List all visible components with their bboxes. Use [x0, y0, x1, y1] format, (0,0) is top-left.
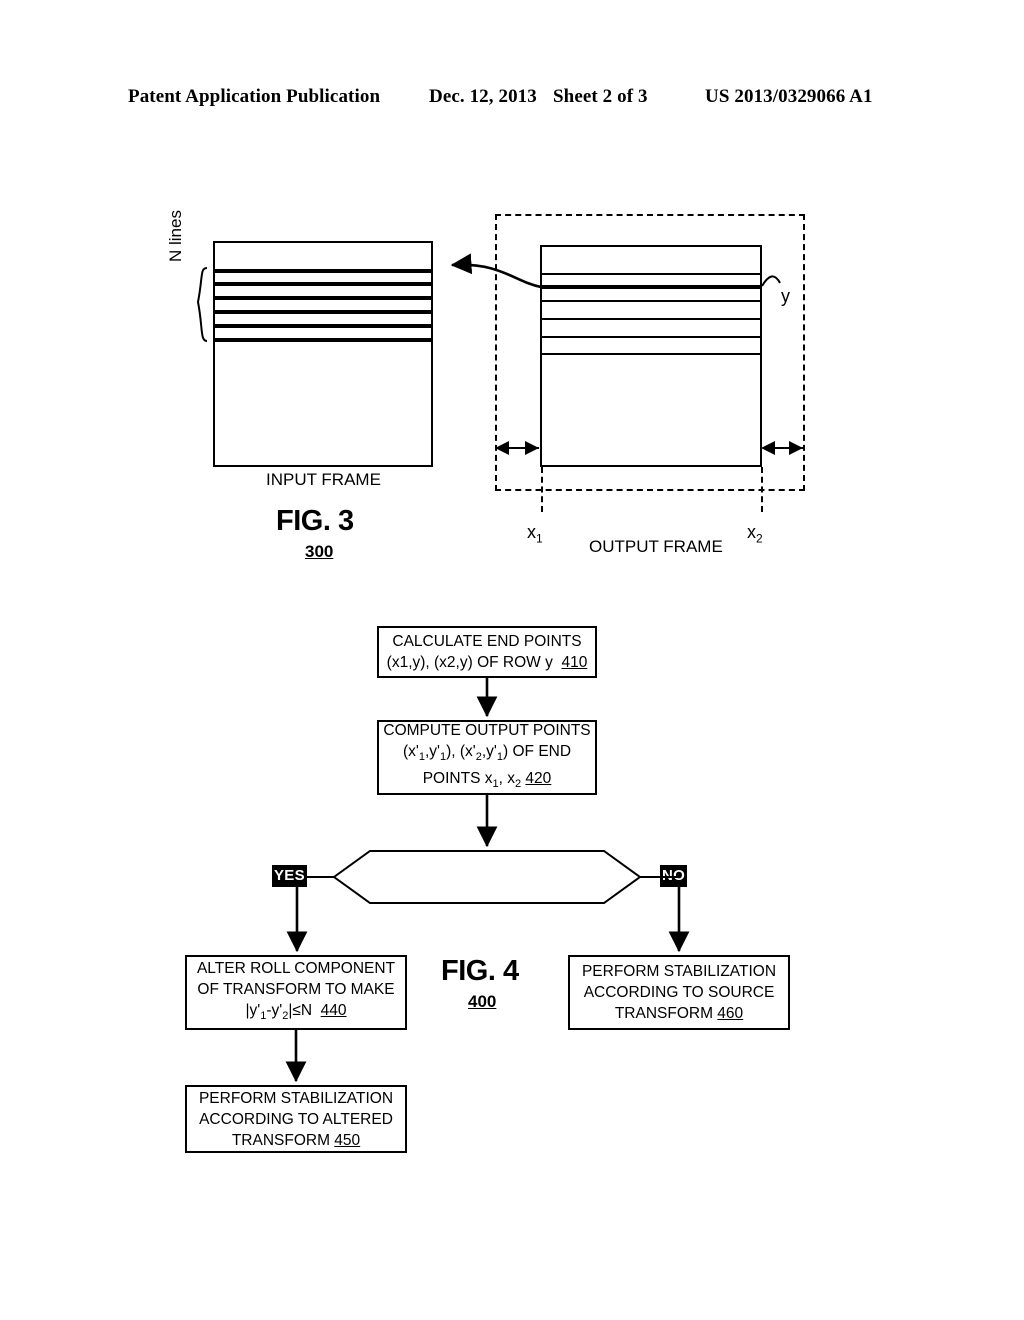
- fig3-caption: FIG. 3: [276, 505, 354, 537]
- flow-box-410-line2-text: (x1,y), (x2,y) OF ROW y: [386, 654, 553, 671]
- row-y-label: y: [781, 286, 790, 306]
- flow-box-410-ref: 410: [561, 654, 588, 671]
- x2-label: x2: [747, 522, 763, 546]
- output-frame-line: [542, 273, 760, 275]
- input-frame-line: [215, 310, 431, 314]
- n-lines-brace: [196, 267, 208, 342]
- publication-header: Patent Application Publication Dec. 12, …: [0, 86, 1024, 112]
- fb420-c: ), (x': [446, 742, 476, 760]
- fb420-s6: 2: [514, 778, 522, 791]
- flow-box-460-line3: TRANSFORM 460: [615, 1003, 743, 1024]
- flow-box-440-ref: 440: [320, 1001, 347, 1019]
- flow-decision-430-ref: 430: [474, 889, 500, 907]
- flow-box-460-line2: ACCORDING TO SOURCE: [583, 984, 775, 1001]
- fb420-e: ) OF END: [503, 742, 572, 760]
- flow-box-440-line1: ALTER ROLL COMPONENT: [196, 959, 396, 977]
- header-patent-number: US 2013/0329066 A1: [705, 86, 873, 107]
- input-frame-caption: INPUT FRAME: [266, 470, 381, 489]
- header-sheet: Sheet 2 of 3: [553, 86, 648, 107]
- x2-drop-line: [761, 467, 763, 512]
- connector-430-no-to-460: [640, 876, 690, 953]
- flow-box-460-line1: PERFORM STABILIZATION: [581, 963, 777, 980]
- flow-decision-430-line1: IS |y'1-y'2|>N?: [439, 862, 535, 882]
- x1-drop-line: [541, 467, 543, 512]
- flow-box-420-line3: POINTS x1, x2 420: [423, 768, 552, 795]
- header-date: Dec. 12, 2013: [429, 86, 537, 107]
- fb430-a: IS |y': [439, 862, 474, 879]
- fb460-t: TRANSFORM: [614, 1005, 713, 1022]
- fb440-b: -y': [266, 1001, 283, 1019]
- flow-box-450-line2: ACCORDING TO ALTERED: [199, 1110, 393, 1128]
- output-frame-line: [542, 336, 760, 338]
- fb430-c: |>N?: [501, 862, 535, 879]
- output-frame-box: [540, 245, 762, 467]
- flow-box-460[interactable]: PERFORM STABILIZATION ACCORDING TO SOURC…: [568, 955, 790, 1030]
- fig4-number: 400: [468, 992, 497, 1011]
- flow-box-440-line2: OF TRANSFORM TO MAKE: [197, 980, 395, 998]
- n-lines-label: N lines: [166, 210, 185, 262]
- patent-drawing-page: Patent Application Publication Dec. 12, …: [0, 0, 1024, 1320]
- fig4-caption: FIG. 4: [441, 955, 519, 987]
- output-frame-line: [542, 318, 760, 320]
- fb440-c: |≤N: [288, 1001, 313, 1019]
- fb420-b: ,y': [424, 742, 440, 760]
- flow-box-420-ref: 420: [525, 770, 552, 787]
- flow-box-440[interactable]: ALTER ROLL COMPONENT OF TRANSFORM TO MAK…: [185, 955, 407, 1030]
- flow-box-420-line2: (x'1,y'1), (x'2,y'1) OF END: [403, 741, 571, 768]
- fig3-number: 300: [305, 542, 334, 561]
- x1-label: x1: [527, 522, 543, 546]
- flow-box-450[interactable]: PERFORM STABILIZATION ACCORDING TO ALTER…: [185, 1085, 407, 1153]
- flow-box-420-line1: COMPUTE OUTPUT POINTS: [383, 721, 591, 739]
- output-frame-caption: OUTPUT FRAME: [589, 537, 723, 556]
- fb420-f: POINTS x: [422, 770, 493, 787]
- flow-box-410[interactable]: CALCULATE END POINTS (x1,y), (x2,y) OF R…: [377, 626, 597, 678]
- flow-decision-430-text[interactable]: IS |y'1-y'2|>N? 430: [375, 860, 599, 908]
- input-frame-line: [215, 296, 431, 300]
- flow-box-440-line3: |y'1-y'2|≤N 440: [245, 1000, 346, 1027]
- output-frame-line: [542, 300, 760, 302]
- fb420-a: (x': [402, 742, 419, 760]
- connector-430-yes-to-440: [286, 876, 334, 953]
- input-frame-line: [215, 338, 431, 342]
- output-frame-row-y: [542, 285, 760, 289]
- flow-box-460-ref: 460: [717, 1005, 744, 1022]
- input-frame-line: [215, 324, 431, 328]
- fb430-b: -y': [479, 862, 496, 879]
- flow-box-410-line2: (x1,y), (x2,y) OF ROW y 410: [387, 652, 588, 673]
- fb450-t: TRANSFORM: [231, 1131, 330, 1149]
- input-frame-line: [215, 269, 431, 273]
- flow-box-450-line1: PERFORM STABILIZATION: [198, 1089, 394, 1107]
- branch-label-no: NO: [660, 865, 688, 887]
- x2-label-subscript: 2: [756, 531, 763, 546]
- header-publication-type: Patent Application Publication: [128, 86, 381, 107]
- flow-box-410-line1: CALCULATE END POINTS: [392, 633, 582, 650]
- branch-label-yes: YES: [272, 865, 307, 887]
- fb440-a: |y': [245, 1001, 261, 1019]
- fb420-g: , x: [498, 770, 515, 787]
- flow-box-450-ref: 450: [334, 1131, 361, 1149]
- fb420-d: ,y': [481, 742, 497, 760]
- output-frame-line: [542, 353, 760, 355]
- input-frame-box: [213, 241, 433, 467]
- x1-label-subscript: 1: [536, 531, 543, 546]
- x2-label-text: x: [747, 522, 756, 542]
- flow-box-420[interactable]: COMPUTE OUTPUT POINTS (x'1,y'1), (x'2,y'…: [377, 720, 597, 795]
- input-frame-line: [215, 282, 431, 286]
- x1-label-text: x: [527, 522, 536, 542]
- flow-box-450-line3: TRANSFORM 450: [232, 1130, 360, 1151]
